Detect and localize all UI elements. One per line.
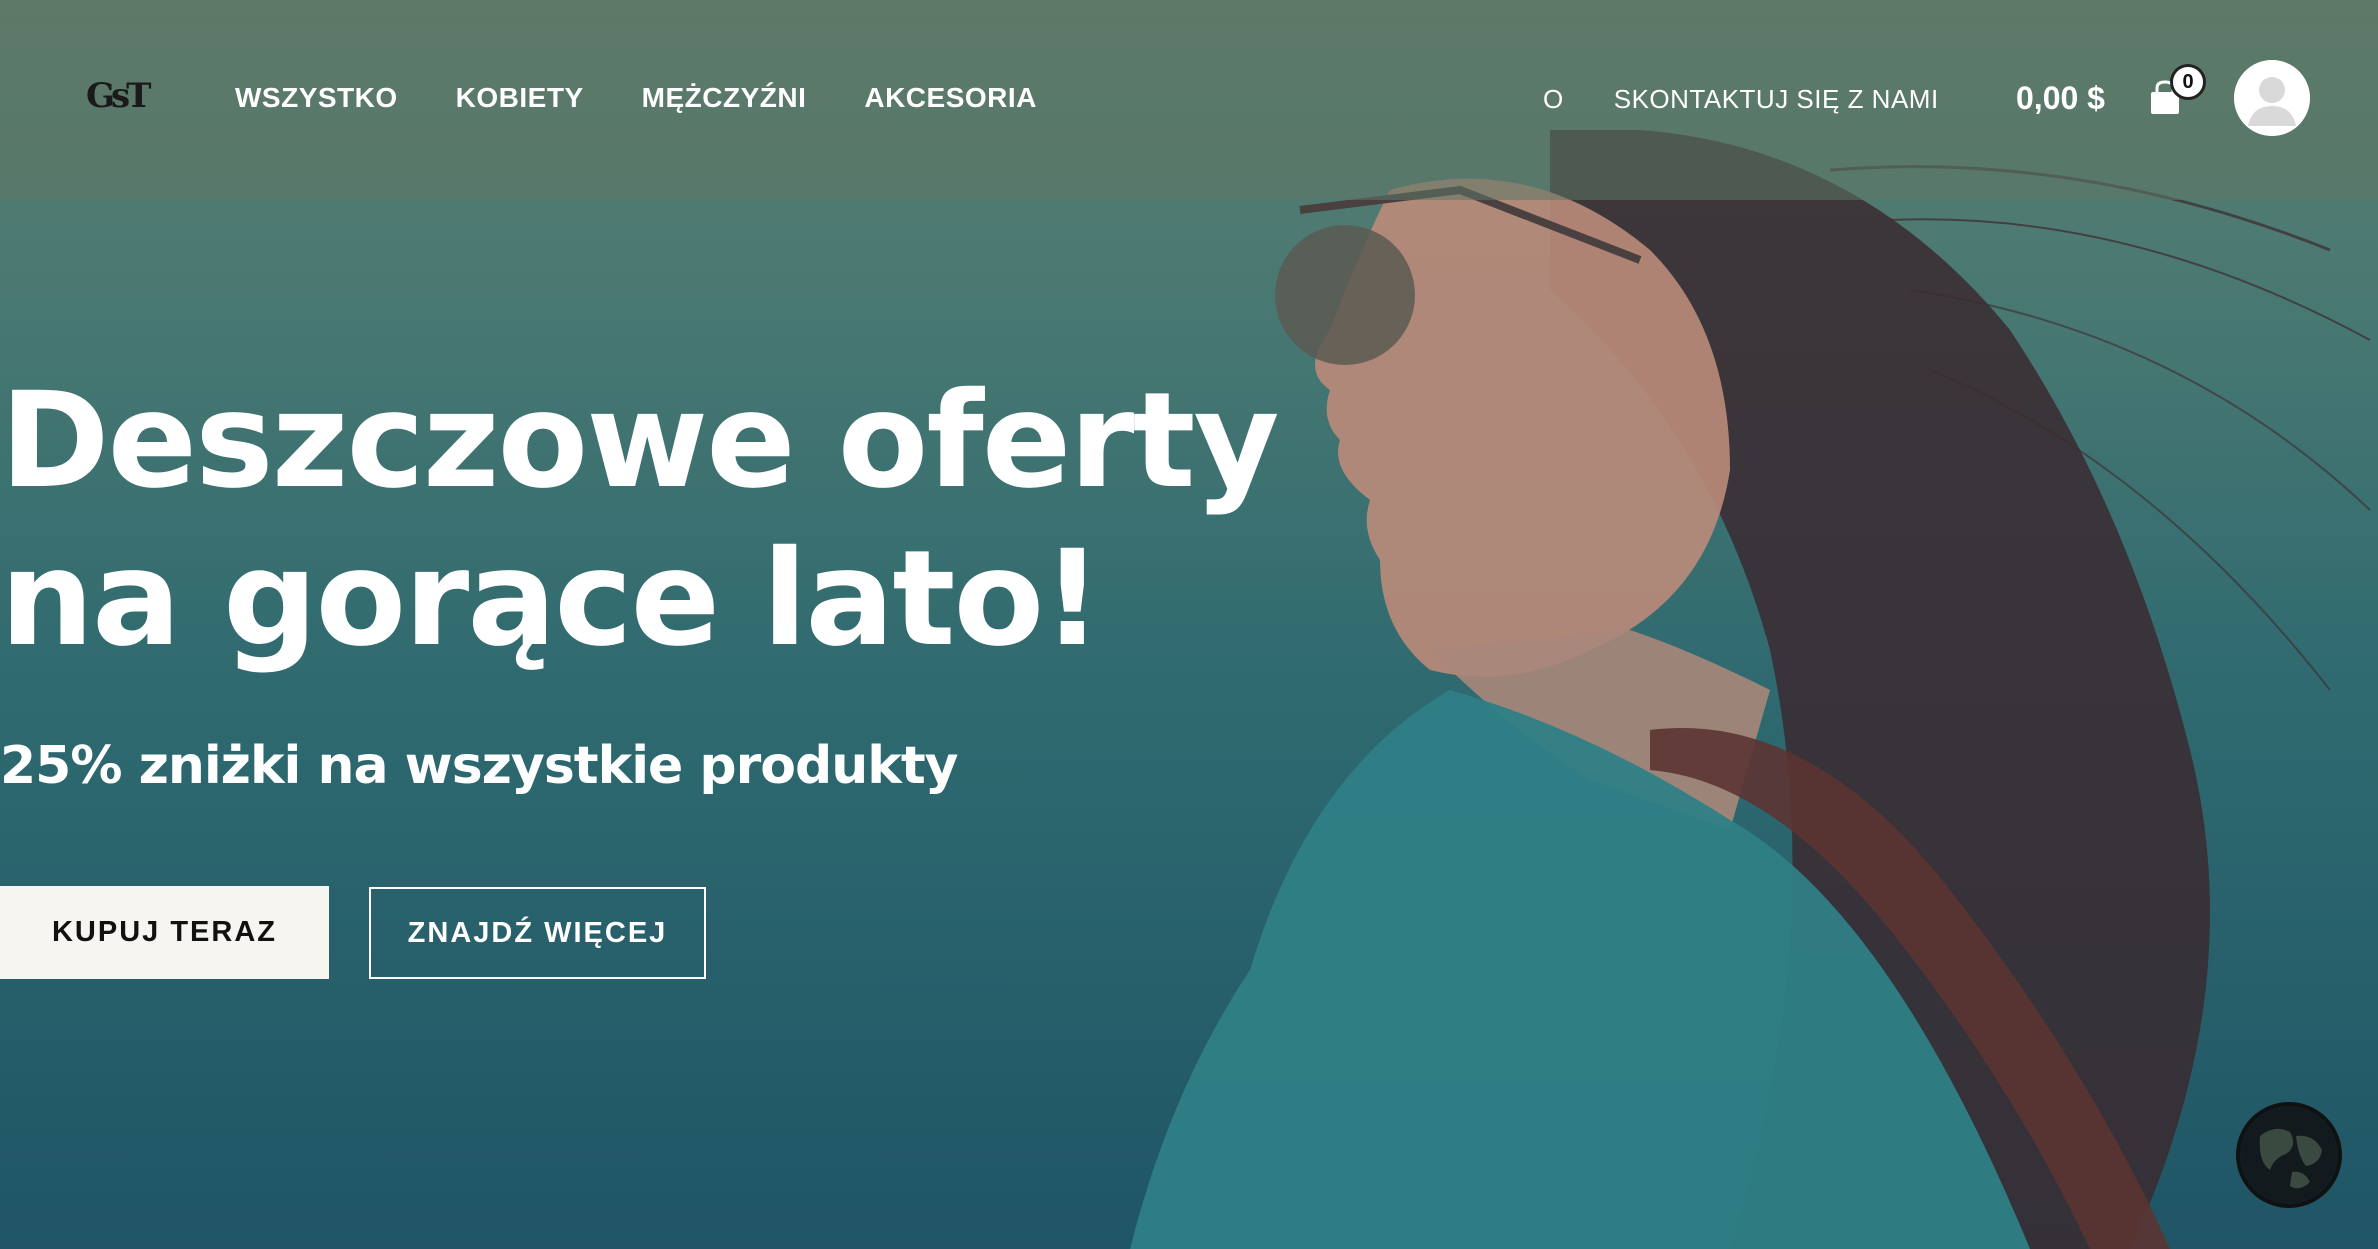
globe-icon[interactable] <box>2236 1102 2342 1208</box>
shop-now-button[interactable]: KUPUJ TERAZ <box>0 886 329 979</box>
cart-count-badge: 0 <box>2170 64 2206 100</box>
secondary-nav: O SKONTAKTUJ SIĘ Z NAMI <box>1543 84 1939 115</box>
nav-item-akcesoria[interactable]: AKCESORIA <box>864 82 1037 114</box>
user-avatar-icon[interactable] <box>2234 60 2310 136</box>
site-header: GsT WSZYSTKO KOBIETY MĘŻCZYŹNI AKCESORIA… <box>0 0 2378 200</box>
site-logo[interactable]: GsT <box>86 76 151 120</box>
nav-item-contact[interactable]: SKONTAKTUJ SIĘ Z NAMI <box>1614 84 1939 115</box>
find-more-button[interactable]: ZNAJDŹ WIĘCEJ <box>369 887 706 979</box>
hero-subheadline: 25% zniżki na wszystkie produkty <box>0 736 959 796</box>
hero-headline-line2: na gorące lato! <box>0 522 1102 676</box>
hero-headline-line1: Deszczowe oferty <box>0 364 1280 518</box>
nav-item-kobiety[interactable]: KOBIETY <box>456 82 584 114</box>
nav-item-wszystko[interactable]: WSZYSTKO <box>235 82 398 114</box>
hero-headline: Deszczowe oferty na gorące lato! <box>0 362 1280 678</box>
primary-nav: WSZYSTKO KOBIETY MĘŻCZYŹNI AKCESORIA <box>235 82 1037 114</box>
hero-photo <box>1130 130 2371 1249</box>
cart-total[interactable]: 0,00 $ <box>2016 80 2105 117</box>
nav-item-about[interactable]: O <box>1543 84 1564 115</box>
nav-item-mezczyzni[interactable]: MĘŻCZYŹNI <box>642 82 807 114</box>
